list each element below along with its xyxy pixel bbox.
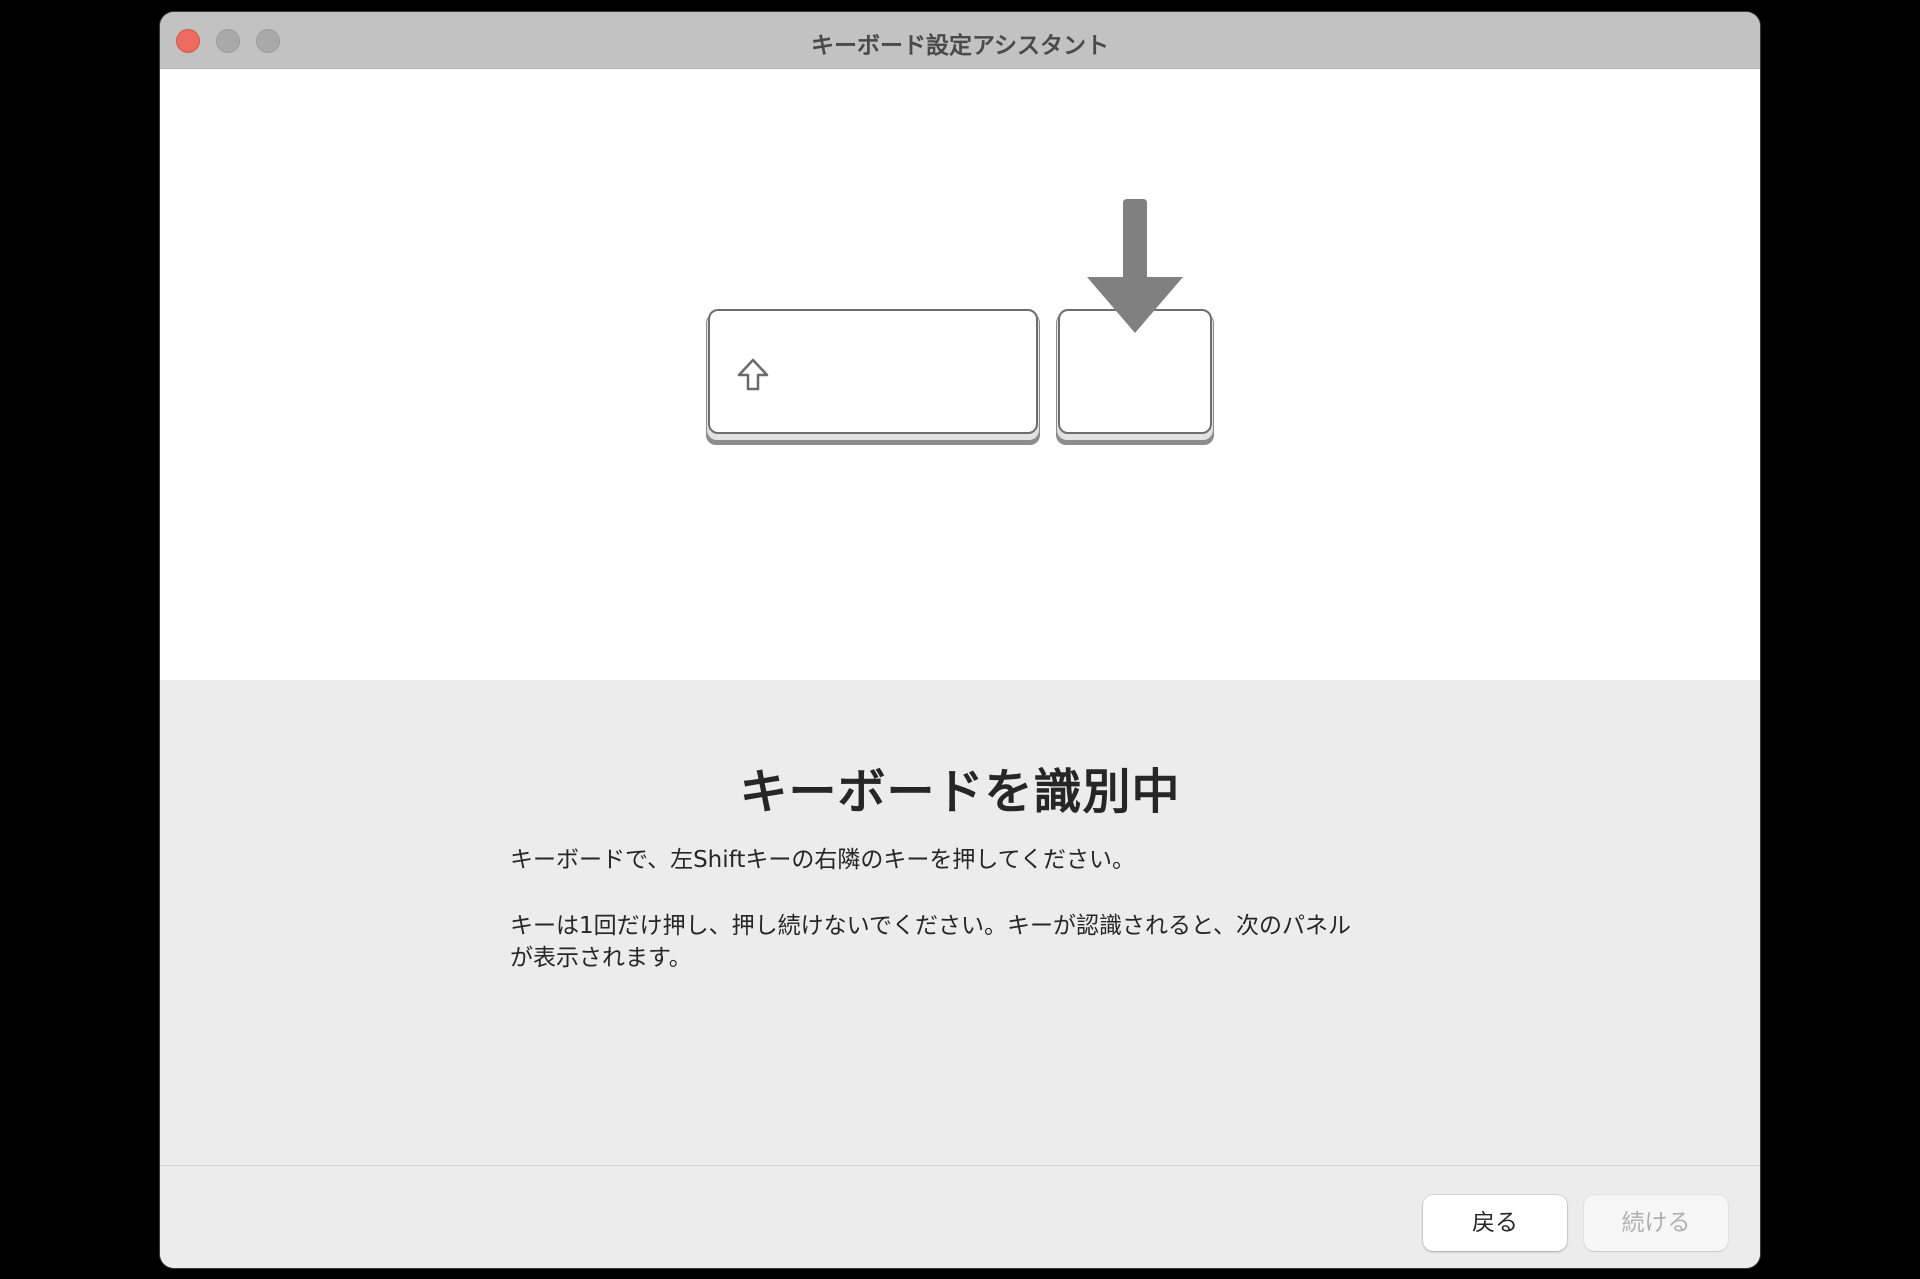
window-title: キーボード設定アシスタント: [810, 33, 1110, 59]
keyboard-illustration-pane: [160, 69, 1760, 680]
instructions-pane: キーボードを識別中 キーボードで、左Shiftキーの右隣のキーを押してください。…: [160, 680, 1760, 1165]
button-bar: 戻る 続ける: [160, 1165, 1760, 1268]
back-button[interactable]: 戻る: [1423, 1195, 1567, 1251]
keyboard-illustration: [706, 199, 1214, 445]
note-text: キーは1回だけ押し、押し続けないでください。キーが認識されると、次のパネル が表…: [510, 910, 1410, 974]
instruction-text: キーボードで、左Shiftキーの右隣のキーを押してください。: [510, 847, 1135, 873]
title-bar: キーボード設定アシスタント: [160, 12, 1760, 69]
page-heading: キーボードを識別中: [739, 764, 1181, 820]
continue-button[interactable]: 続ける: [1584, 1195, 1728, 1251]
note-line-2: が表示されます。: [510, 945, 692, 971]
note-line-1: キーは1回だけ押し、押し続けないでください。キーが認識されると、次のパネル: [510, 913, 1352, 939]
shift-key: [706, 309, 1040, 445]
keyboard-setup-window: キーボード設定アシスタント キーボードを識別中 キーボードで、左Shiftキーの…: [160, 12, 1760, 1268]
